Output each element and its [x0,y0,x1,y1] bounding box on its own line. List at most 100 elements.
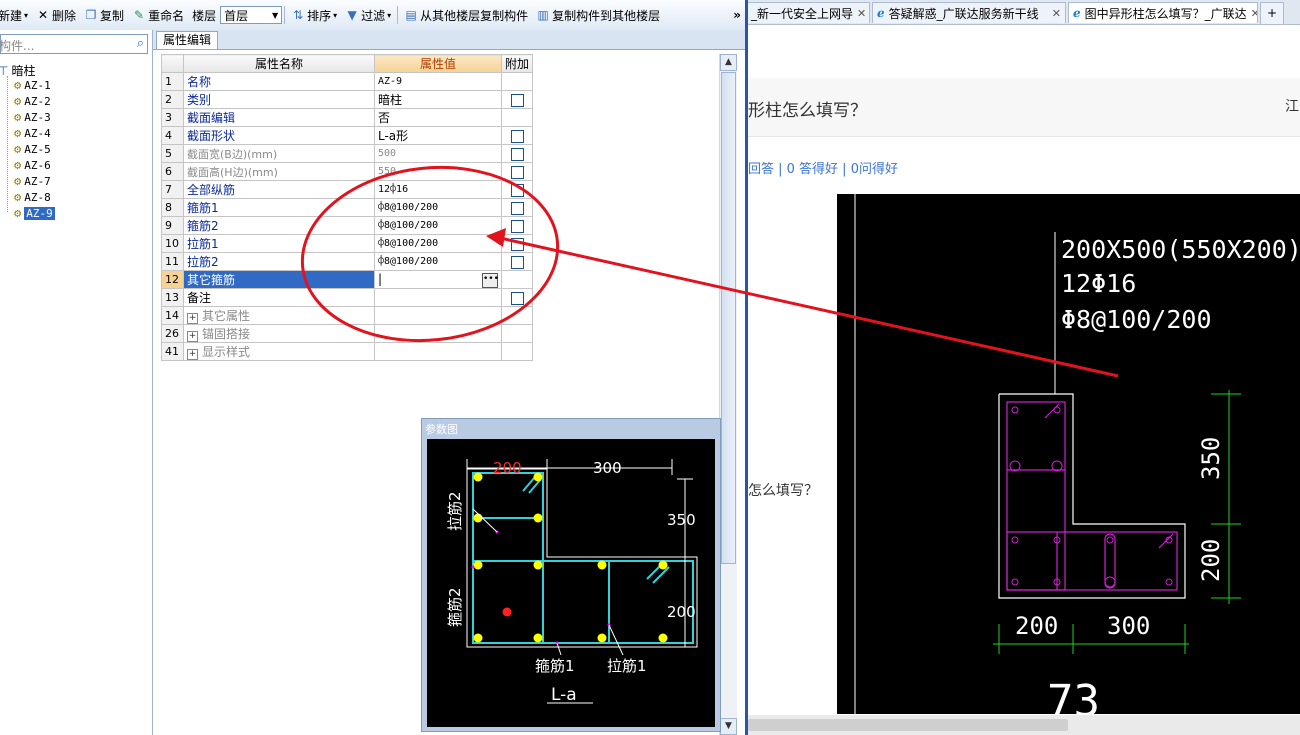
extra-checkbox[interactable] [510,255,524,269]
property-group[interactable]: + 锚固搭接 [183,324,375,343]
question-stats[interactable]: 回答 | 0 答得好 | 0问得好 [748,158,898,177]
rename-button[interactable]: ✎ 重命名 [128,4,188,26]
horizontal-scrollbar[interactable] [748,715,1300,735]
table-row[interactable]: 5 截面宽(B边)(mm) 500 [161,144,534,163]
filter-button[interactable]: ▼ 过滤 ▾ [341,4,395,26]
tree-root-anzhu[interactable]: ⊤ 暗柱 [0,62,35,79]
extra-checkbox[interactable] [510,237,524,251]
table-row[interactable]: 41 + 显示样式 [161,342,534,361]
extra-checkbox[interactable] [510,147,524,161]
extra-checkbox[interactable] [510,291,524,305]
copy-to-floor-button[interactable]: ▥ 复制构件到其他楼层 [532,4,664,26]
property-value-editor[interactable]: | ••• [374,270,502,289]
toolbar-more-button[interactable]: » [729,4,745,26]
property-group[interactable]: + 其它属性 [183,306,375,325]
property-group[interactable]: + 显示样式 [183,342,375,361]
property-value[interactable]: ⌽8@100/200 [374,252,502,271]
row-number: 7 [161,180,184,199]
text-cursor: | [378,271,383,286]
tree-item-az-3[interactable]: ⚙ AZ-3 [14,110,51,124]
expand-plus-icon[interactable]: + [187,349,198,360]
search-icon[interactable]: ⌕ [137,36,144,51]
close-icon[interactable]: ✕ [1251,7,1257,20]
property-value[interactable]: 12⌽16 [374,180,502,199]
table-row[interactable]: 6 截面高(H边)(mm) 550 [161,162,534,181]
cad-hook [1044,403,1060,419]
tree-item-az-4[interactable]: ⚙ AZ-4 [14,126,51,140]
new-button[interactable]: 新建 ▾ [0,4,32,26]
tree-item-az-5[interactable]: ⚙ AZ-5 [14,142,51,156]
stirrups [472,472,694,644]
question-title: 形柱怎么填写？ [748,101,867,121]
tree-item-az-2[interactable]: ⚙ AZ-2 [14,94,51,108]
tab-property-edit[interactable]: 属性编辑 [156,31,219,49]
vertical-scrollbar[interactable]: ▲ ▼ [719,54,737,735]
extra-checkbox[interactable] [510,129,524,143]
browser-tab-3-active[interactable]: ℯ 图中异形柱怎么填写？_广联达 ✕ [1068,2,1258,23]
scroll-up-icon[interactable]: ▲ [720,54,737,71]
table-row[interactable]: 2 类别 暗柱 [161,90,534,109]
table-row[interactable]: 9 箍筋2 ⌽8@100/200 [161,216,534,235]
table-row[interactable]: 14 + 其它属性 [161,306,534,325]
leader-line [608,624,624,656]
extra-checkbox[interactable] [510,165,524,179]
copy-button[interactable]: ❐ 复制 [80,4,128,26]
scroll-down-icon[interactable]: ▼ [720,718,737,735]
property-name: 类别 [183,90,375,109]
property-value[interactable]: ⌽8@100/200 [374,198,502,217]
scrollbar-thumb[interactable] [721,72,736,564]
expand-plus-icon[interactable]: + [187,331,198,342]
property-value[interactable]: 否 [374,108,502,127]
row-number: 10 [161,234,184,253]
tab-label: 图中异形柱怎么填写？_广联达 [1084,6,1247,21]
tree-item-az-6[interactable]: ⚙ AZ-6 [14,158,51,172]
label-tie1: 拉筋1 [607,657,647,675]
header-right-text[interactable]: 江 [1285,96,1299,116]
tree-item-az-7[interactable]: ⚙ AZ-7 [14,174,51,188]
copy-from-floor-button[interactable]: ▤ 从其他楼层复制构件 [400,4,532,26]
table-row[interactable]: 1 名称 AZ-9 [161,72,534,91]
property-value[interactable] [374,288,502,307]
sort-button[interactable]: ⇅ 排序 ▾ [287,4,341,26]
tree-item-az-8[interactable]: ⚙ AZ-8 [14,190,51,204]
stirrup1-rect [472,560,694,644]
property-value[interactable]: L-a形 [374,126,502,145]
table-row[interactable]: 13 备注 [161,288,534,307]
expand-plus-icon[interactable]: + [187,313,198,324]
tree-item-az-1[interactable]: ⚙ AZ-1 [14,78,51,92]
property-value[interactable]: 暗柱 [374,90,502,109]
property-value[interactable]: ⌽8@100/200 [374,216,502,235]
delete-button[interactable]: ✕ 删除 [32,4,80,26]
horizontal-scroll-thumb[interactable] [748,719,1068,731]
table-row[interactable]: 10 拉筋1 ⌽8@100/200 [161,234,534,253]
floor-select[interactable]: 首层 ▼ [220,6,283,24]
extra-checkbox[interactable] [510,183,524,197]
chevron-down-icon: ▼ [271,10,279,20]
extra-cell [500,108,534,127]
tree-item-az-9[interactable]: ⚙ AZ-9 [14,206,55,220]
table-row[interactable]: 7 全部纵筋 12⌽16 [161,180,534,199]
table-row[interactable]: 8 箍筋1 ⌽8@100/200 [161,198,534,217]
table-row[interactable]: 3 截面编辑否 [161,108,534,127]
property-value[interactable]: AZ-9 [374,72,502,91]
row-number: 9 [161,216,184,235]
table-row[interactable]: 4 截面形状 L-a形 [161,126,534,145]
copy-to-icon: ▥ [537,8,549,22]
extra-checkbox[interactable] [510,93,524,107]
table-row-selected[interactable]: 12 其它箍筋 | ••• [161,270,534,289]
property-value[interactable]: ⌽8@100/200 [374,234,502,253]
toolbar-divider [284,6,286,24]
ellipsis-button[interactable]: ••• [482,272,499,288]
table-row[interactable]: 26 + 锚固搭接 [161,324,534,343]
search-input[interactable]: 构件... ⌕ [0,34,148,54]
browser-tab-1[interactable]: _新一代安全上网导 ✕ [748,2,870,23]
l-shape-diagram: 200 300 350 200 拉筋2 箍筋2 箍筋1 拉筋1 L-a [446,459,698,705]
extra-checkbox[interactable] [510,219,524,233]
close-icon[interactable]: ✕ [857,7,866,20]
close-icon[interactable]: ✕ [1052,7,1061,20]
new-tab-button[interactable]: + [1260,2,1284,25]
browser-tab-2[interactable]: ℯ 答疑解惑_广联达服务新干线 ✕ [872,2,1066,23]
gear-icon: ⚙ [14,158,22,172]
table-row[interactable]: 11 拉筋2 ⌽8@100/200 [161,252,534,271]
extra-checkbox[interactable] [510,201,524,215]
